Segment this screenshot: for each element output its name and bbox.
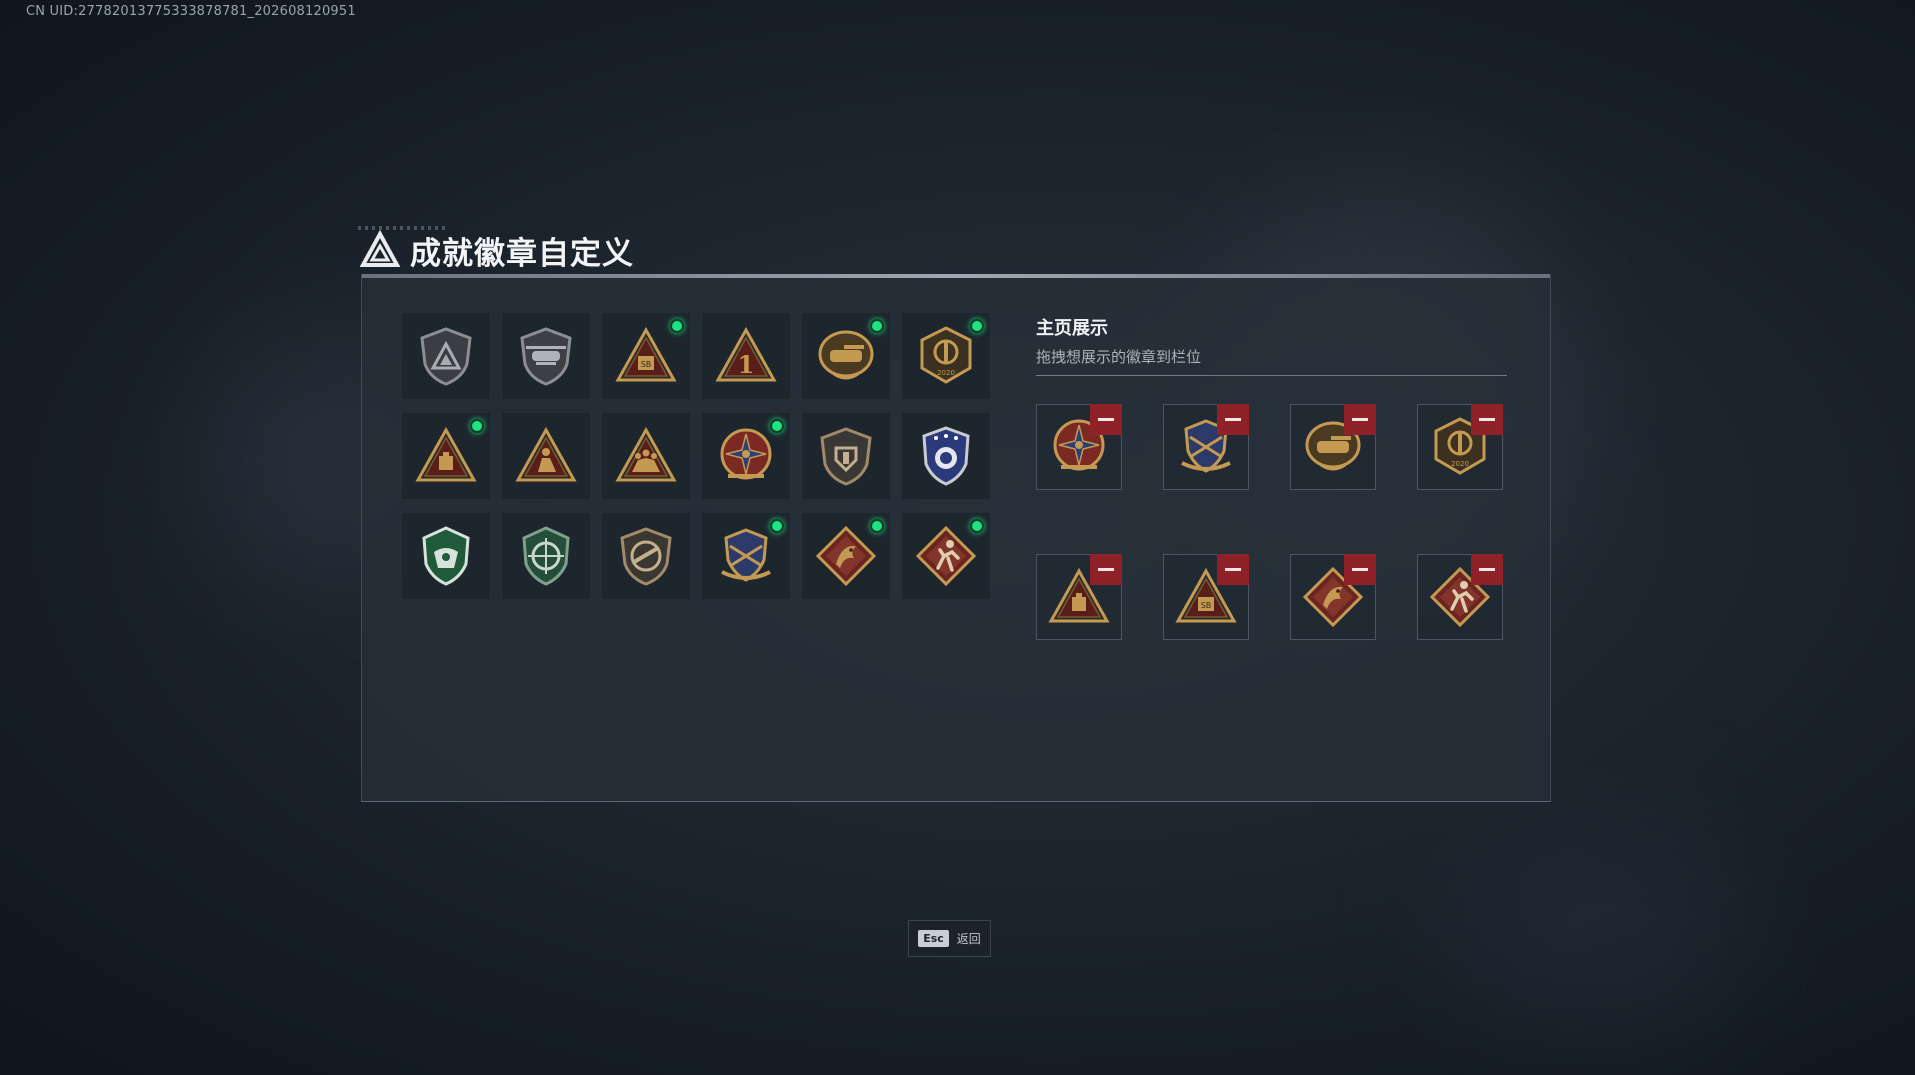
badge-customize-panel: SB 1 2020 主页展示 拖拽想展示的徽章到栏位 2020 SB	[361, 274, 1551, 802]
minus-icon	[1352, 418, 1368, 421]
badge-cell[interactable]	[801, 312, 891, 400]
helicopter-shield-badge-icon	[520, 327, 572, 386]
dragon-diamond-badge-icon	[815, 525, 877, 587]
badge-cell[interactable]	[601, 412, 691, 500]
new-indicator-dot	[970, 519, 984, 533]
badge-cell[interactable]	[701, 512, 791, 600]
page-title: 成就徽章自定义	[410, 235, 634, 272]
badge-cell[interactable]: SB	[601, 312, 691, 400]
minus-icon	[1098, 568, 1114, 571]
uid-text: CN UID:27782013775333878781_202608120951	[26, 4, 356, 19]
badge-cell[interactable]	[401, 412, 491, 500]
showcase-slots: 2020 SB	[1036, 404, 1503, 640]
badge-cell[interactable]	[401, 312, 491, 400]
new-indicator-dot	[770, 419, 784, 433]
triangle-sb-badge-icon: SB	[615, 326, 677, 382]
svg-text:2020: 2020	[937, 369, 955, 377]
runner-diamond-badge-icon	[915, 525, 977, 587]
showcase-slot[interactable]	[1417, 554, 1503, 640]
triangle-squad-badge-icon	[615, 426, 677, 482]
remove-badge-button[interactable]	[1090, 404, 1122, 435]
badge-cell[interactable]	[601, 512, 691, 600]
minus-icon	[1098, 418, 1114, 421]
tank-emblem-badge-icon	[818, 330, 874, 380]
minus-icon	[1479, 418, 1495, 421]
svg-text:SB: SB	[641, 360, 652, 369]
badge-cell[interactable]	[801, 412, 891, 500]
minus-icon	[1479, 568, 1495, 571]
showcase-slot[interactable]	[1036, 404, 1122, 490]
badge-cell[interactable]	[701, 412, 791, 500]
showcase-slot[interactable]	[1290, 554, 1376, 640]
delta-force-2020-badge-icon: 2020	[920, 326, 972, 384]
shield-triangle-badge-icon	[420, 327, 472, 386]
showcase-slot[interactable]	[1163, 404, 1249, 490]
winged-rifles-badge-icon	[721, 528, 771, 582]
triangle-number-one-badge-icon: 1	[715, 326, 777, 382]
badge-cell[interactable]	[501, 512, 591, 600]
remove-badge-button[interactable]	[1344, 404, 1376, 435]
badge-cell[interactable]	[901, 512, 991, 600]
showcase-slot[interactable]: 2020	[1417, 404, 1503, 490]
remove-badge-button[interactable]	[1344, 554, 1376, 585]
badge-cell[interactable]	[501, 312, 591, 400]
page-header: 成就徽章自定义	[360, 228, 634, 272]
svg-text:1: 1	[738, 350, 755, 379]
star-compass-badge-icon	[720, 428, 772, 480]
badge-cell[interactable]	[501, 412, 591, 500]
new-indicator-dot	[770, 519, 784, 533]
panel-top-border	[362, 274, 1550, 278]
triangle-box-badge-icon	[415, 426, 477, 482]
badge-inventory-grid: SB 1 2020	[401, 312, 991, 600]
remove-badge-button[interactable]	[1471, 404, 1503, 435]
green-crosshair-shield-badge-icon	[522, 526, 570, 586]
blue-police-badge-icon	[922, 426, 970, 486]
remove-badge-button[interactable]	[1090, 554, 1122, 585]
showcase-slot[interactable]	[1290, 404, 1376, 490]
minus-icon	[1225, 418, 1241, 421]
badge-cell[interactable]	[801, 512, 891, 600]
remove-badge-button[interactable]	[1471, 554, 1503, 585]
new-indicator-dot	[470, 419, 484, 433]
minus-icon	[1352, 568, 1368, 571]
new-indicator-dot	[870, 519, 884, 533]
new-indicator-dot	[670, 319, 684, 333]
back-label: 返回	[956, 932, 981, 946]
esc-key-hint: Esc	[918, 930, 949, 947]
showcase-slot[interactable]: SB	[1163, 554, 1249, 640]
showcase-divider	[1036, 375, 1507, 376]
showcase-slot[interactable]	[1036, 554, 1122, 640]
showcase-header: 主页展示 拖拽想展示的徽章到栏位	[1036, 314, 1507, 376]
svg-text:2020: 2020	[1451, 460, 1469, 468]
badge-cell[interactable]: 1	[701, 312, 791, 400]
triangle-logo-icon	[360, 230, 400, 267]
fist-shield-badge-icon	[820, 427, 872, 486]
svg-text:SB: SB	[1201, 601, 1212, 610]
triangle-soldier-badge-icon	[515, 426, 577, 482]
remove-badge-button[interactable]	[1217, 404, 1249, 435]
badge-cell[interactable]	[901, 412, 991, 500]
badge-cell[interactable]: 2020	[901, 312, 991, 400]
showcase-title: 主页展示	[1036, 318, 1108, 339]
rifle-shield-badge-icon	[620, 527, 672, 586]
green-eagle-shield-badge-icon	[422, 526, 470, 586]
remove-badge-button[interactable]	[1217, 554, 1249, 585]
badge-cell[interactable]	[401, 512, 491, 600]
minus-icon	[1225, 568, 1241, 571]
showcase-subtitle: 拖拽想展示的徽章到栏位	[1036, 348, 1202, 366]
back-button[interactable]: Esc 返回	[908, 920, 991, 957]
new-indicator-dot	[970, 319, 984, 333]
new-indicator-dot	[870, 319, 884, 333]
